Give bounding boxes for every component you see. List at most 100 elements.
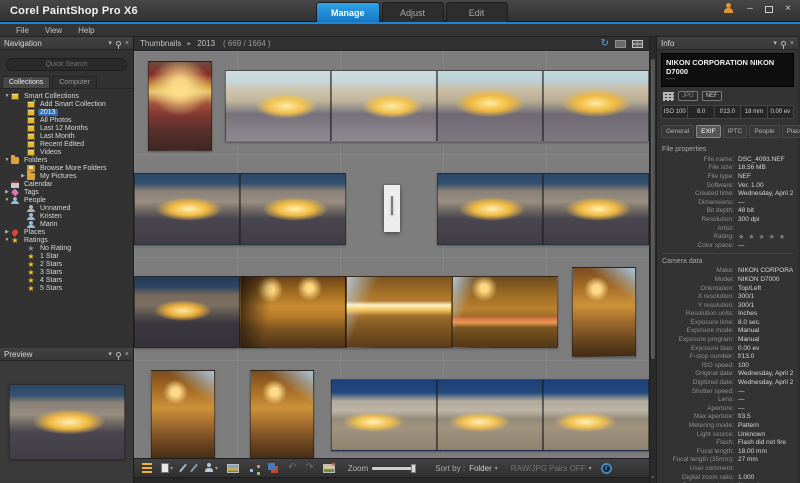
tab-general[interactable]: General bbox=[661, 125, 694, 138]
close-icon[interactable]: × bbox=[125, 351, 129, 358]
tree-item-places[interactable]: ▶Places bbox=[0, 228, 133, 236]
sort-by-dropdown[interactable]: Folder ▾ bbox=[469, 464, 498, 473]
tab-iptc[interactable]: IPTC bbox=[723, 125, 748, 138]
organizer-menu-button[interactable] bbox=[140, 462, 154, 474]
tab-edit[interactable]: Edit bbox=[446, 2, 508, 22]
tree-item-kristen[interactable]: Kristen bbox=[0, 212, 133, 220]
tree-item-people[interactable]: ▼People bbox=[0, 196, 133, 204]
tree-item-2-stars[interactable]: ★2 Stars bbox=[0, 260, 133, 268]
rotate-right-button[interactable]: ↷ bbox=[303, 462, 315, 474]
tree-item-smart-collections[interactable]: ▼Smart Collections bbox=[0, 92, 133, 100]
sync-icon[interactable]: ↻ bbox=[601, 39, 609, 49]
tab-manage[interactable]: Manage bbox=[316, 2, 380, 22]
selected-photo-card[interactable] bbox=[384, 185, 400, 232]
thumbnail-mode-icon[interactable] bbox=[632, 40, 643, 48]
tree-item-4-stars[interactable]: ★4 Stars bbox=[0, 276, 133, 284]
raw-jpg-pairs-dropdown[interactable]: RAW/JPG Pairs OFF ▾ bbox=[511, 464, 592, 473]
photo-thumbnail[interactable] bbox=[543, 70, 649, 142]
photo-thumbnail[interactable] bbox=[346, 276, 452, 348]
photo-thumbnail[interactable] bbox=[151, 370, 215, 459]
close-button[interactable]: × bbox=[782, 4, 794, 14]
quick-search-input[interactable] bbox=[6, 58, 127, 71]
photo-thumbnail[interactable] bbox=[250, 370, 314, 459]
photo-thumbnail[interactable] bbox=[543, 379, 649, 451]
email-share-button[interactable] bbox=[225, 463, 241, 474]
expander-icon[interactable]: ▼ bbox=[4, 197, 10, 203]
tree-item-5-stars[interactable]: ★5 Stars bbox=[0, 284, 133, 292]
expander-icon[interactable]: ▶ bbox=[4, 189, 10, 195]
delete-photo-button[interactable] bbox=[321, 463, 337, 474]
tab-collections[interactable]: Collections bbox=[2, 76, 50, 88]
zoom-slider[interactable] bbox=[372, 467, 416, 470]
photo-thumbnail[interactable] bbox=[437, 379, 543, 451]
photo-thumbnail[interactable] bbox=[572, 267, 636, 357]
people-tag-button[interactable]: ▾ bbox=[202, 462, 220, 474]
rotate-left-button[interactable]: ↶ bbox=[286, 462, 298, 474]
scrollbar-thumb[interactable] bbox=[651, 59, 655, 359]
tab-people[interactable]: People bbox=[749, 125, 779, 138]
zoom-slider-thumb[interactable] bbox=[411, 464, 416, 473]
photo-thumbnail[interactable] bbox=[134, 276, 240, 348]
preview-mode-icon[interactable] bbox=[615, 40, 626, 48]
tab-computer[interactable]: Computer bbox=[52, 76, 97, 88]
breadcrumb-root[interactable]: Thumbnails bbox=[140, 39, 181, 48]
photo-thumbnail[interactable] bbox=[437, 70, 543, 142]
grid-scrollbar[interactable]: ⌄ bbox=[649, 37, 657, 483]
expander-icon[interactable]: ▼ bbox=[4, 157, 10, 163]
file-options-button[interactable]: ▾ bbox=[159, 462, 175, 474]
tree-item-1-star[interactable]: ★1 Star bbox=[0, 252, 133, 260]
share-account-icon[interactable] bbox=[723, 3, 735, 14]
menu-view[interactable]: View bbox=[37, 26, 70, 35]
chevron-down-icon[interactable]: ▾ bbox=[773, 40, 777, 47]
photo-thumbnail[interactable] bbox=[134, 173, 240, 245]
photo-thumbnail[interactable] bbox=[391, 196, 393, 215]
batch-edit-button[interactable] bbox=[191, 462, 197, 474]
share-button[interactable] bbox=[246, 464, 261, 473]
scroll-down-icon[interactable]: ⌄ bbox=[650, 471, 656, 483]
tree-item-all-photos[interactable]: All Photos bbox=[0, 116, 133, 124]
quick-review-button[interactable] bbox=[180, 462, 186, 474]
photo-thumbnail[interactable] bbox=[240, 276, 346, 348]
minimize-button[interactable]: – bbox=[744, 4, 756, 14]
tree-item-no-rating[interactable]: ★No Rating bbox=[0, 244, 133, 252]
chevron-down-icon[interactable]: ▾ bbox=[108, 351, 112, 358]
tab-adjust[interactable]: Adjust bbox=[382, 2, 444, 22]
photo-thumbnail[interactable] bbox=[452, 276, 558, 348]
tree-item-browse-more-folders[interactable]: Browse More Folders bbox=[0, 164, 133, 172]
tree-item-last-month[interactable]: Last Month bbox=[0, 132, 133, 140]
pin-icon[interactable] bbox=[781, 41, 786, 46]
tree-item-add-smart-collection[interactable]: Add Smart Collection bbox=[0, 100, 133, 108]
photo-thumbnail[interactable] bbox=[331, 379, 437, 451]
tree-item-tags[interactable]: ▶Tags bbox=[0, 188, 133, 196]
expander-icon[interactable]: ▼ bbox=[4, 93, 10, 99]
tree-item-unnamed[interactable]: Unnamed bbox=[0, 204, 133, 212]
photo-thumbnail[interactable] bbox=[148, 61, 212, 151]
photo-thumbnail[interactable] bbox=[543, 173, 649, 245]
tree-item-2013[interactable]: 2013 bbox=[0, 108, 133, 116]
tree-item-folders[interactable]: ▼Folders bbox=[0, 156, 133, 164]
tree-item-last-12-months[interactable]: Last 12 Months bbox=[0, 124, 133, 132]
pin-icon[interactable] bbox=[116, 41, 121, 46]
tree-item-recent-edited[interactable]: Recent Edited bbox=[0, 140, 133, 148]
expander-icon[interactable]: ▶ bbox=[20, 173, 26, 179]
photo-thumbnail[interactable] bbox=[331, 70, 437, 142]
breadcrumb-folder[interactable]: 2013 bbox=[197, 39, 215, 48]
chevron-down-icon[interactable]: ▾ bbox=[108, 40, 112, 47]
menu-file[interactable]: File bbox=[8, 26, 37, 35]
close-icon[interactable]: × bbox=[125, 40, 129, 47]
photo-thumbnail[interactable] bbox=[240, 173, 346, 245]
menu-help[interactable]: Help bbox=[70, 26, 102, 35]
tree-item-marin[interactable]: Marin bbox=[0, 220, 133, 228]
tab-places[interactable]: Places bbox=[782, 125, 800, 138]
info-help-button[interactable]: i bbox=[601, 463, 612, 474]
tree-item-calendar[interactable]: Calendar bbox=[0, 180, 133, 188]
tab-exif[interactable]: EXIF bbox=[696, 125, 720, 138]
expander-icon[interactable]: ▶ bbox=[4, 229, 10, 235]
pin-icon[interactable] bbox=[116, 352, 121, 357]
tree-item-videos[interactable]: Videos bbox=[0, 148, 133, 156]
restore-button[interactable] bbox=[765, 6, 773, 13]
tree-item-my-pictures[interactable]: ▶My Pictures bbox=[0, 172, 133, 180]
expander-icon[interactable]: ▼ bbox=[4, 237, 10, 243]
tree-item-ratings[interactable]: ▼★Ratings bbox=[0, 236, 133, 244]
photo-thumbnail[interactable] bbox=[225, 70, 331, 142]
